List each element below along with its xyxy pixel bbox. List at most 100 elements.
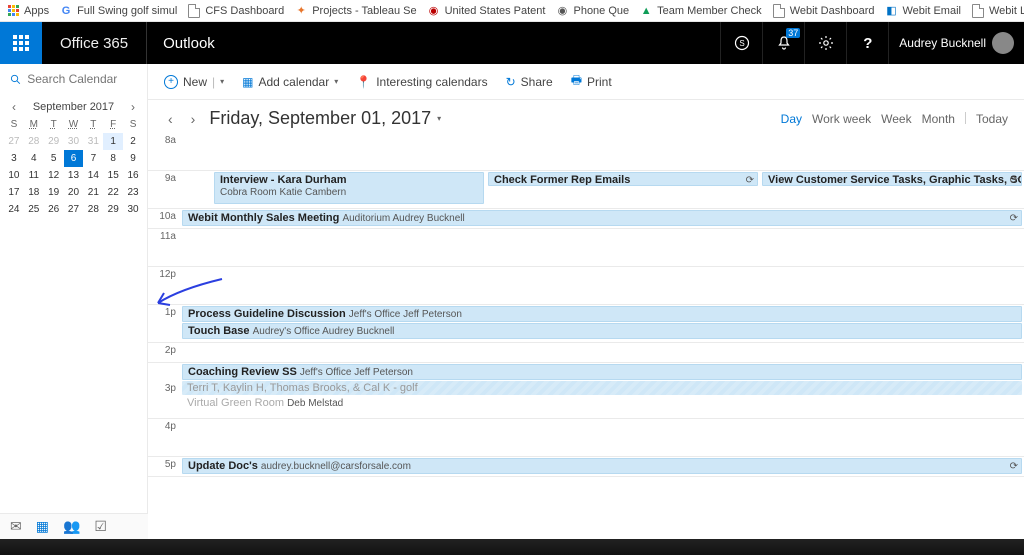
event-tentative[interactable]: Terri T, Kaylin H, Thomas Brooks, & Cal …: [182, 381, 1022, 395]
minical-day[interactable]: 25: [24, 201, 44, 218]
svg-text:S: S: [739, 39, 744, 48]
search-calendar[interactable]: [0, 64, 147, 94]
view-today[interactable]: Today: [976, 112, 1008, 126]
minical-prev[interactable]: ‹: [8, 100, 20, 114]
minical-next[interactable]: ›: [127, 100, 139, 114]
search-input[interactable]: [27, 72, 137, 86]
share-icon: ↻: [506, 75, 516, 89]
minical-day[interactable]: 6: [64, 150, 84, 167]
bookmark-item[interactable]: ✦Projects - Tableau Se: [294, 4, 416, 18]
minical-day[interactable]: 16: [123, 167, 143, 184]
minical-day[interactable]: 20: [64, 184, 84, 201]
help-button[interactable]: ?: [846, 22, 888, 64]
view-month[interactable]: Month: [922, 112, 955, 126]
event[interactable]: Coaching Review SS Jeff's Office Jeff Pe…: [182, 364, 1022, 380]
hour-label: 3p: [148, 363, 180, 418]
minical-day[interactable]: 28: [24, 133, 44, 150]
minical-day[interactable]: 30: [123, 201, 143, 218]
user-name: Audrey Bucknell: [899, 36, 986, 50]
minical-day[interactable]: 12: [44, 167, 64, 184]
minical-grid: SMTWTFS272829303112345678910111213141516…: [0, 116, 147, 218]
date-next[interactable]: ›: [187, 111, 200, 127]
calendar-module[interactable]: ▦: [36, 518, 49, 535]
user-menu[interactable]: Audrey Bucknell: [888, 22, 1024, 64]
people-module[interactable]: 👥: [63, 518, 80, 535]
suite-brand: Office 365: [42, 35, 146, 52]
tasks-module[interactable]: ☑: [94, 518, 107, 535]
minical-day[interactable]: 23: [123, 184, 143, 201]
minical-day[interactable]: 2: [123, 133, 143, 150]
hour-label: 4p: [148, 419, 180, 456]
hour-label: 9a: [148, 171, 180, 208]
minical-day[interactable]: 30: [64, 133, 84, 150]
new-button[interactable]: + New |▾: [164, 75, 224, 89]
left-pane: ‹ September 2017 › SMTWTFS27282930311234…: [0, 64, 148, 539]
minical-day[interactable]: 24: [4, 201, 24, 218]
event[interactable]: Interview - Kara DurhamCobra Room Katie …: [214, 172, 484, 204]
settings-button[interactable]: [804, 22, 846, 64]
view-week[interactable]: Week: [881, 112, 911, 126]
minical-day[interactable]: 17: [4, 184, 24, 201]
minical-day[interactable]: 10: [4, 167, 24, 184]
bookmark-item[interactable]: ▲Team Member Check: [639, 4, 762, 18]
minical-day[interactable]: 9: [123, 150, 143, 167]
minical-day[interactable]: 28: [83, 201, 103, 218]
minical-day[interactable]: 5: [44, 150, 64, 167]
minical-day[interactable]: 4: [24, 150, 44, 167]
skype-button[interactable]: S: [720, 22, 762, 64]
minical-day[interactable]: 19: [44, 184, 64, 201]
mail-module[interactable]: ✉: [10, 518, 22, 535]
search-icon: [10, 73, 21, 86]
hour-label: 11a: [148, 229, 180, 266]
bookmark-item[interactable]: Webit Dashboard: [772, 4, 875, 18]
calendar-surface[interactable]: 8a 9a Interview - Kara DurhamCobra Room …: [148, 133, 1024, 539]
share-button[interactable]: ↻ Share: [506, 75, 553, 89]
page-icon: [772, 4, 786, 18]
view-workweek[interactable]: Work week: [812, 112, 871, 126]
event[interactable]: Process Guideline Discussion Jeff's Offi…: [182, 306, 1022, 322]
minical-day[interactable]: 31: [83, 133, 103, 150]
app-launcher-button[interactable]: [0, 22, 42, 64]
date-prev[interactable]: ‹: [164, 111, 177, 127]
bookmark-item[interactable]: GFull Swing golf simul: [59, 4, 177, 18]
bookmark-item[interactable]: ◧Webit Email: [884, 4, 960, 18]
minical-day[interactable]: 3: [4, 150, 24, 167]
bookmark-item[interactable]: Apps: [6, 4, 49, 18]
minical-day[interactable]: 8: [103, 150, 123, 167]
suite-bar: Office 365 Outlook S 37 ? Audrey Bucknel…: [0, 22, 1024, 64]
event[interactable]: Webit Monthly Sales Meeting Auditorium A…: [182, 210, 1022, 226]
minical-day[interactable]: 26: [44, 201, 64, 218]
hour-label: 8a: [148, 133, 180, 170]
interesting-calendars-button[interactable]: 📍 Interesting calendars: [356, 75, 487, 89]
notifications-button[interactable]: 37: [762, 22, 804, 64]
event[interactable]: View Customer Service Tasks, Graphic Tas…: [762, 172, 1022, 186]
minical-day[interactable]: 14: [83, 167, 103, 184]
minical-day[interactable]: 11: [24, 167, 44, 184]
bookmark-item[interactable]: ◉Phone Que: [555, 4, 629, 18]
pin-icon: 📍: [356, 75, 371, 89]
minical-day[interactable]: 1: [103, 133, 123, 150]
event[interactable]: Check Former Rep Emails⟳: [488, 172, 758, 186]
minical-day[interactable]: 22: [103, 184, 123, 201]
minical-day[interactable]: 27: [4, 133, 24, 150]
event[interactable]: Update Doc's audrey.bucknell@carsforsale…: [182, 458, 1022, 474]
taskbar-sliver: [0, 539, 1024, 555]
minical-day[interactable]: 15: [103, 167, 123, 184]
minical-day[interactable]: 29: [44, 133, 64, 150]
minical-day[interactable]: 27: [64, 201, 84, 218]
add-calendar-button[interactable]: ▦ Add calendar▾: [242, 75, 338, 89]
bookmark-item[interactable]: ◉United States Patent: [427, 4, 546, 18]
bookmark-item[interactable]: Webit LM: [971, 4, 1024, 18]
print-button[interactable]: 🖶 Print: [571, 71, 612, 92]
plus-icon: +: [164, 75, 178, 89]
bookmark-item[interactable]: CFS Dashboard: [187, 4, 284, 18]
date-title[interactable]: Friday, September 01, 2017 ▾: [209, 108, 441, 129]
minical-day[interactable]: 18: [24, 184, 44, 201]
minical-day[interactable]: 21: [83, 184, 103, 201]
event-declined[interactable]: Virtual Green Room Deb Melstad: [182, 396, 1022, 410]
event[interactable]: Touch Base Audrey's Office Audrey Buckne…: [182, 323, 1022, 339]
minical-day[interactable]: 7: [83, 150, 103, 167]
view-day[interactable]: Day: [781, 112, 802, 126]
minical-day[interactable]: 29: [103, 201, 123, 218]
minical-day[interactable]: 13: [64, 167, 84, 184]
